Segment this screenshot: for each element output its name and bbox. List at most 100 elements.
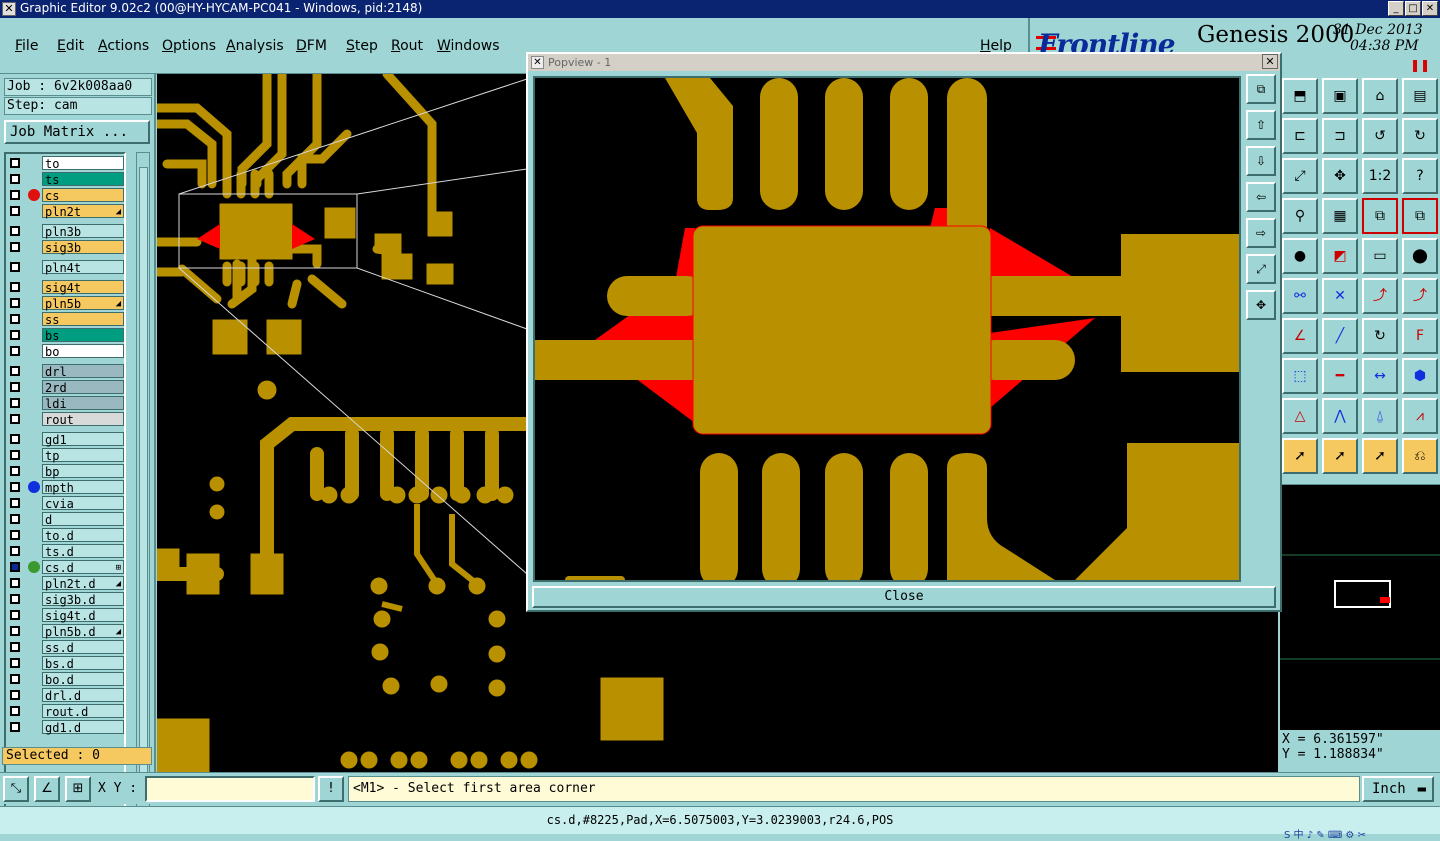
close-window-button[interactable]: ✕ (1422, 1, 1438, 16)
layer-row[interactable]: sig3b (6, 240, 124, 255)
layer-checkbox[interactable] (10, 706, 20, 716)
layer-checkbox[interactable] (10, 206, 20, 216)
layer-checkbox[interactable] (10, 158, 20, 168)
menu-dfm[interactable]: DFM (296, 38, 327, 54)
minus-icon[interactable]: ━ (1322, 358, 1358, 394)
layer-checkbox[interactable] (10, 594, 20, 604)
layer-name[interactable]: pln5b ◢ (42, 296, 124, 311)
layer-name[interactable]: ss.d (42, 640, 124, 655)
layer-row[interactable]: rout.d (6, 704, 124, 719)
snap-icon[interactable]: ⚲ (1282, 198, 1318, 234)
layer-row[interactable]: sig4t.d (6, 608, 124, 623)
layer-checkbox[interactable] (10, 690, 20, 700)
layer-checkbox[interactable] (10, 398, 20, 408)
pause-icon[interactable]: ❚❚ (1410, 58, 1430, 72)
menu-windows[interactable]: Windows (437, 38, 500, 54)
grid-icon[interactable]: ▦ (1322, 198, 1358, 234)
layer-row[interactable]: 2rd (6, 380, 124, 395)
text-icon[interactable]: F (1402, 318, 1438, 354)
layer-name[interactable]: drl.d (42, 688, 124, 703)
layer-name[interactable]: to (42, 156, 124, 171)
layer-row[interactable]: ts (6, 172, 124, 187)
home-icon[interactable]: ⌂ (1362, 78, 1398, 114)
layer-name[interactable]: sig4t.d (42, 608, 124, 623)
layer-name[interactable]: pln2t ◢ (42, 204, 124, 219)
layer-checkbox[interactable] (10, 330, 20, 340)
arc-icon[interactable]: ↻ (1362, 318, 1398, 354)
units-select[interactable]: Inch ▬ (1362, 776, 1434, 802)
window-icon[interactable]: ▤ (1402, 78, 1438, 114)
popview-down-icon[interactable]: ⇩ (1246, 146, 1276, 176)
dim-icon[interactable]: ↔ (1362, 358, 1398, 394)
layer-row[interactable]: pln5b ◢ (6, 296, 124, 311)
layer-checkbox[interactable] (10, 190, 20, 200)
maximize-button[interactable]: □ (1405, 1, 1421, 16)
layer-row[interactable]: ss.d (6, 640, 124, 655)
layer-row[interactable]: pln4t (6, 260, 124, 275)
layer-row[interactable]: tp (6, 448, 124, 463)
layer-checkbox[interactable] (10, 482, 20, 492)
layer-checkbox[interactable] (10, 466, 20, 476)
xy-input[interactable] (145, 776, 315, 802)
layer-row[interactable]: d (6, 512, 124, 527)
layer-name[interactable]: cs (42, 188, 124, 203)
layer-row[interactable]: drl (6, 364, 124, 379)
layer-row[interactable]: pln2t.d ◢ (6, 576, 124, 591)
layer-name[interactable]: 2rd (42, 380, 124, 395)
triangle-icon[interactable]: △ (1282, 398, 1318, 434)
alert-icon[interactable]: ! (318, 776, 344, 802)
arrow-line-icon[interactable]: ⤴ (1362, 278, 1398, 314)
layer-checkbox[interactable] (10, 626, 20, 636)
layer-row[interactable]: to (6, 156, 124, 171)
layer-row[interactable]: cvia (6, 496, 124, 511)
layer-checkbox[interactable] (10, 314, 20, 324)
layer-row[interactable]: to.d (6, 528, 124, 543)
layer-name[interactable]: pln2t.d ◢ (42, 576, 124, 591)
layer-row[interactable]: ss (6, 312, 124, 327)
layer-name[interactable]: sig4t (42, 280, 124, 295)
layer-row[interactable]: pln2t ◢ (6, 204, 124, 219)
layer-row[interactable]: rout (6, 412, 124, 427)
layer-checkbox[interactable] (10, 262, 20, 272)
layer-checkbox[interactable] (10, 722, 20, 732)
menu-step[interactable]: Step (346, 38, 378, 54)
scroll-thumb[interactable] (139, 167, 148, 797)
pointer-select-icon[interactable]: ➚ (1362, 438, 1398, 474)
layer-name[interactable]: tp (42, 448, 124, 463)
popview-right-icon[interactable]: ⇨ (1246, 218, 1276, 248)
layer-name[interactable]: rout (42, 412, 124, 427)
layer-row[interactable]: bo (6, 344, 124, 359)
layer-row[interactable]: bo.d (6, 672, 124, 687)
popview-fit-icon[interactable]: ⤢ (1246, 254, 1276, 284)
layer-name[interactable]: gd1 (42, 432, 124, 447)
layer-checkbox[interactable] (10, 174, 20, 184)
pointer-icon[interactable]: ➚ (1282, 438, 1318, 474)
layer-name[interactable]: ss (42, 312, 124, 327)
layer-row[interactable]: cs (6, 188, 124, 203)
circle-pad-icon[interactable]: ⬤ (1402, 238, 1438, 274)
layer-checkbox[interactable] (10, 658, 20, 668)
line-icon[interactable]: ╱ (1322, 318, 1358, 354)
layer-name[interactable]: ts (42, 172, 124, 187)
layer-row[interactable]: sig4t (6, 280, 124, 295)
layer-checkbox[interactable] (10, 578, 20, 588)
layer-checkbox[interactable] (10, 514, 20, 524)
arrow-diag-icon[interactable]: ⤴ (1402, 278, 1438, 314)
angle-icon[interactable]: ∠ (1282, 318, 1318, 354)
layer-checkbox[interactable] (10, 434, 20, 444)
layer-name[interactable]: mpth (42, 480, 124, 495)
layer-checkbox[interactable] (10, 498, 20, 508)
layer-row[interactable]: sig3b.d (6, 592, 124, 607)
layer-row[interactable]: mpth (6, 480, 124, 495)
layer-row[interactable]: bp (6, 464, 124, 479)
layer-name[interactable]: sig3b (42, 240, 124, 255)
open-step-icon[interactable]: ⬒ (1282, 78, 1318, 114)
pointer-node-icon[interactable]: ⎌ (1402, 438, 1438, 474)
layer-checkbox[interactable] (10, 674, 20, 684)
popview-canvas[interactable] (533, 76, 1241, 582)
layer-checkbox[interactable] (10, 298, 20, 308)
save-icon[interactable]: ▣ (1322, 78, 1358, 114)
layer-name[interactable]: bs.d (42, 656, 124, 671)
layer-checkbox[interactable] (10, 414, 20, 424)
snap-angle-icon[interactable]: ∠ (34, 776, 60, 802)
